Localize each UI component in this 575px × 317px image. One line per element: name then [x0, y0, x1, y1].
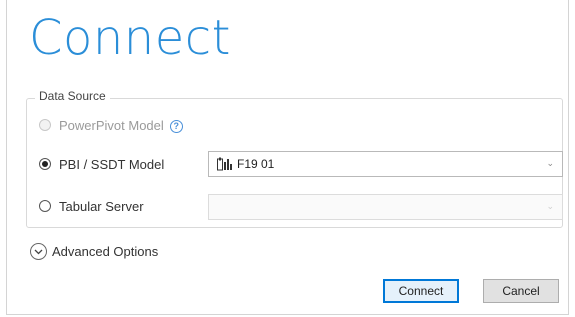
- cancel-button[interactable]: Cancel: [483, 279, 559, 303]
- tabular-server-radio[interactable]: [39, 200, 51, 212]
- tabular-server-label: Tabular Server: [59, 198, 144, 214]
- pbi-ssdt-label: PBI / SSDT Model: [59, 156, 165, 172]
- expand-circle-icon[interactable]: [30, 243, 47, 260]
- data-source-group-label: Data Source: [35, 89, 110, 103]
- power-bi-icon: [217, 157, 232, 171]
- option-tabular-server[interactable]: Tabular Server: [39, 196, 144, 216]
- advanced-options-label: Advanced Options: [52, 244, 159, 259]
- chevron-down-icon: ⌄: [546, 201, 554, 211]
- option-powerpivot-model[interactable]: PowerPivot Model ?: [39, 115, 183, 135]
- powerpivot-radio[interactable]: [39, 119, 51, 131]
- connect-button[interactable]: Connect: [383, 279, 459, 303]
- dialog-title: Connect: [29, 10, 231, 66]
- help-icon[interactable]: ?: [169, 119, 183, 133]
- connect-dialog: Connect Data Source PowerPivot Model ? P…: [6, 0, 569, 315]
- powerpivot-label: PowerPivot Model: [59, 117, 164, 133]
- advanced-options-toggle[interactable]: Advanced Options: [30, 243, 158, 260]
- pbi-ssdt-radio[interactable]: [39, 158, 51, 170]
- radio-selected-dot: [42, 161, 48, 167]
- chevron-down-icon: ⌄: [546, 158, 554, 168]
- option-pbi-ssdt-model[interactable]: PBI / SSDT Model: [39, 154, 164, 174]
- pbi-model-value: F19 01: [237, 157, 275, 171]
- tabular-server-dropdown[interactable]: ⌄: [208, 194, 563, 220]
- pbi-model-dropdown[interactable]: F19 01 ⌄: [208, 151, 563, 177]
- chevron-down-icon: [34, 249, 43, 254]
